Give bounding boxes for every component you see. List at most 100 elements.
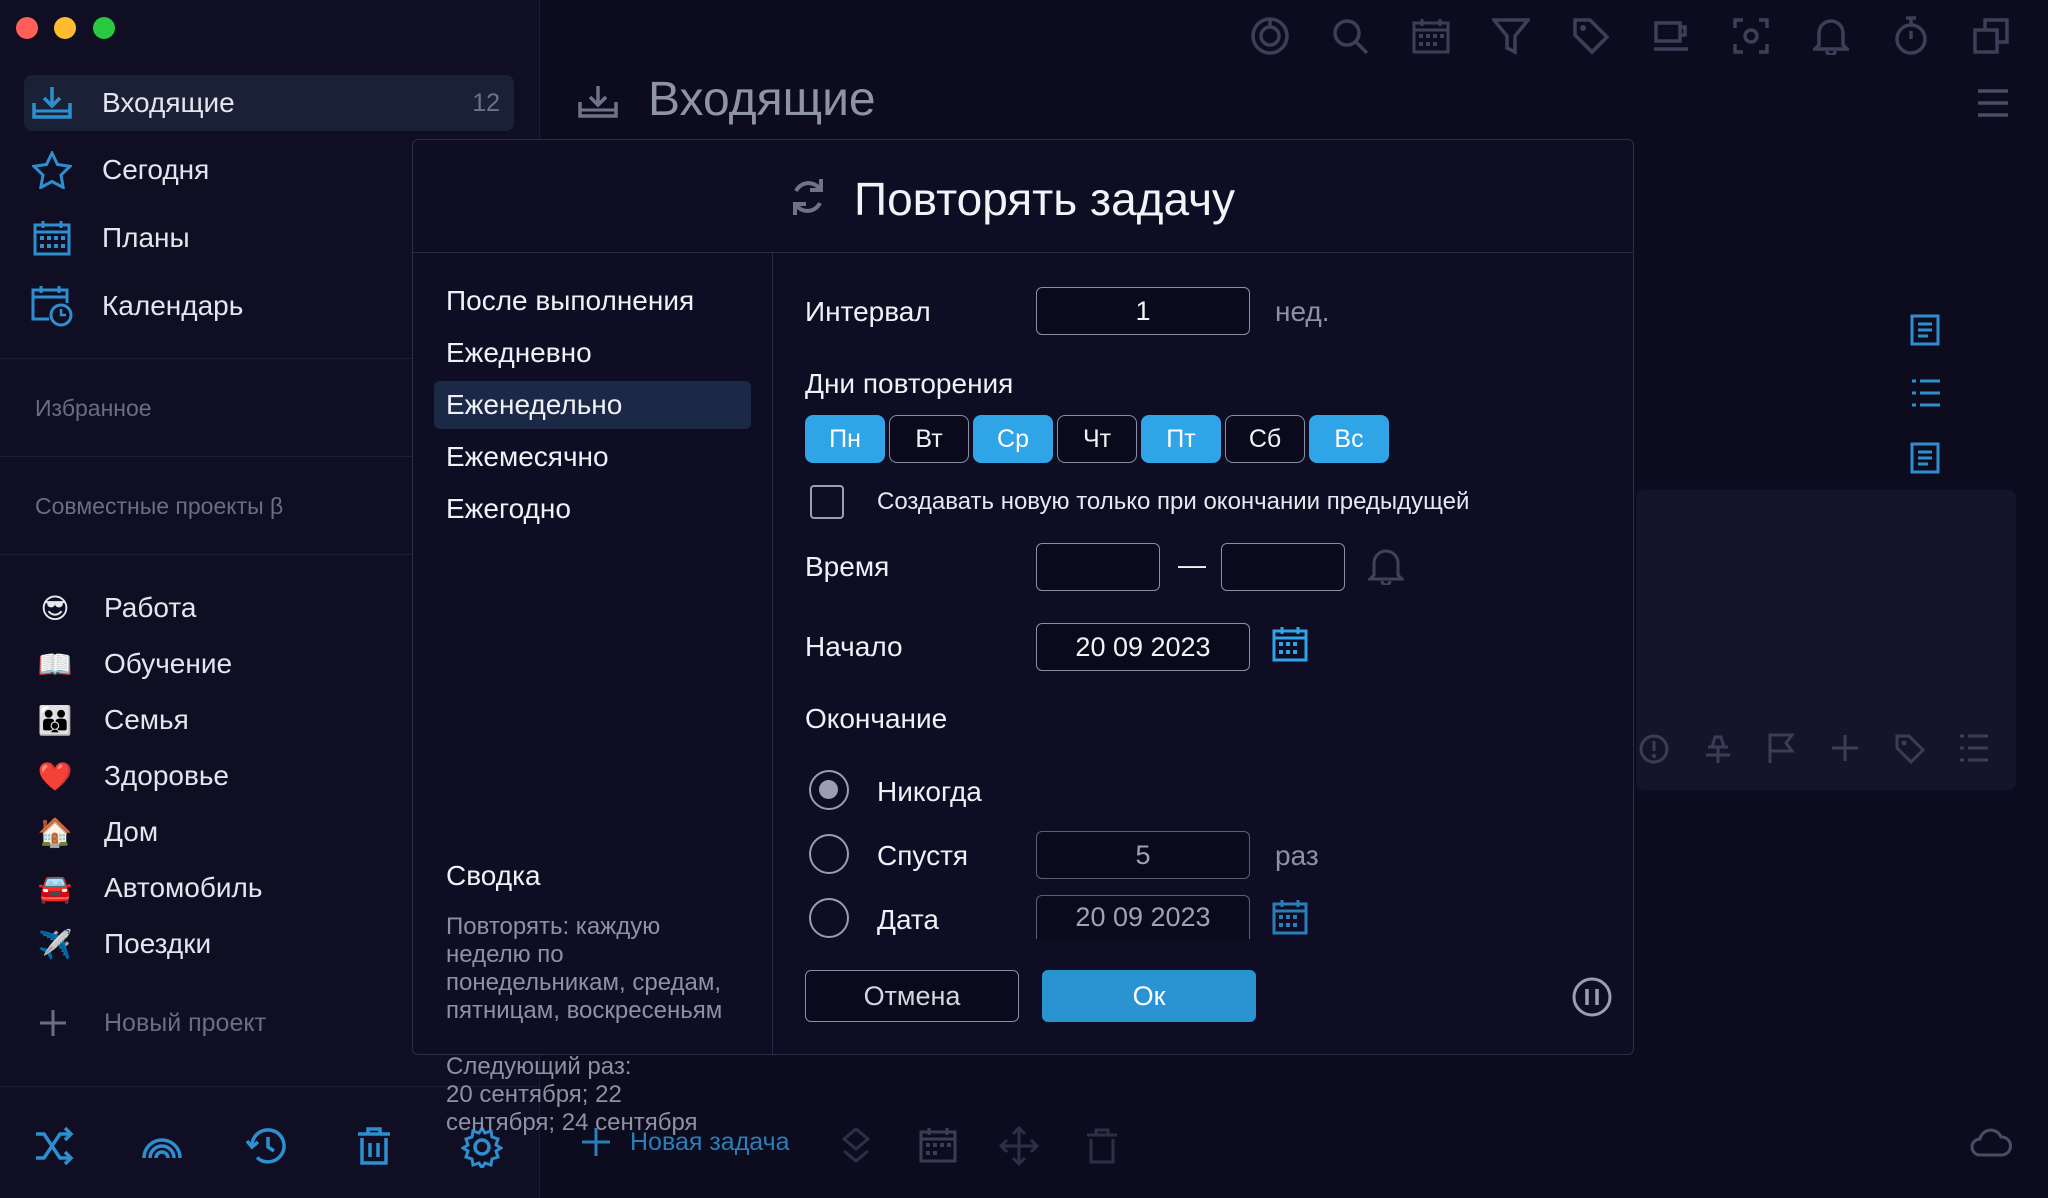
only-after-previous-checkbox[interactable] [810, 485, 844, 519]
cancel-button[interactable]: Отмена [805, 970, 1019, 1022]
project-item-work[interactable]: 😎 Работа [36, 586, 196, 630]
day-toggle-thu[interactable]: Чт [1057, 415, 1137, 463]
calendar-icon[interactable] [1409, 14, 1453, 58]
option-label: Ежегодно [446, 493, 571, 524]
tag-icon[interactable] [1569, 14, 1613, 58]
time-start-input[interactable] [1036, 543, 1160, 591]
repeat-option-monthly[interactable]: Ежемесячно [434, 433, 751, 481]
end-never-radio[interactable] [809, 770, 849, 810]
project-item-car[interactable]: 🚘 Автомобиль [36, 866, 263, 910]
project-item-learning[interactable]: 📖 Обучение [36, 642, 232, 686]
notes-icon[interactable] [1910, 442, 1940, 474]
checklist-icon[interactable] [1910, 378, 1942, 408]
project-item-trips[interactable]: ✈️ Поездки [36, 922, 212, 966]
inbox-icon [578, 86, 618, 118]
interval-input[interactable]: 1 [1036, 287, 1250, 335]
cloud-icon[interactable] [1970, 1128, 2012, 1158]
trash-icon[interactable] [1085, 1127, 1119, 1165]
trash-icon[interactable] [356, 1126, 392, 1166]
end-after-radio[interactable] [809, 834, 849, 874]
end-after-count-input[interactable]: 5 [1036, 831, 1250, 879]
option-label: Ежедневно [446, 337, 592, 368]
emoji-icon: 👪 [37, 704, 73, 736]
move-arrows-icon[interactable] [999, 1126, 1039, 1166]
coffee-cup-icon[interactable] [1649, 14, 1693, 58]
pause-icon[interactable] [1571, 976, 1613, 1018]
menu-lines-icon[interactable] [1976, 88, 2010, 118]
list-icon[interactable] [1958, 733, 1990, 763]
repeat-option-weekly[interactable]: Еженедельно [434, 381, 751, 429]
shared-projects-section-title[interactable]: Совместные проекты β [35, 493, 283, 520]
close-window-button[interactable] [16, 17, 38, 39]
stopwatch-icon[interactable] [1889, 14, 1933, 58]
summary-text: Повторять: каждую неделю по понедельника… [446, 913, 756, 1025]
interval-unit: нед. [1275, 296, 1330, 327]
minimize-window-button[interactable] [54, 17, 76, 39]
plus-icon[interactable] [1830, 733, 1860, 763]
wireless-icon[interactable] [140, 1126, 184, 1166]
day-toggle-tue[interactable]: Вт [889, 415, 969, 463]
time-end-input[interactable] [1221, 543, 1345, 591]
windows-icon[interactable] [1969, 14, 2013, 58]
option-label: После выполнения [446, 285, 695, 316]
sidebar-item-inbox[interactable]: Входящие 12 [24, 75, 514, 131]
project-item-family[interactable]: 👪 Семья [36, 698, 189, 742]
bell-icon[interactable] [1809, 14, 1853, 58]
end-after-unit: раз [1275, 840, 1319, 871]
history-icon[interactable] [246, 1126, 288, 1166]
day-toggle-mon[interactable]: Пн [805, 415, 885, 463]
end-label: Окончание [805, 703, 948, 734]
radio-selected-dot [819, 780, 838, 799]
pin-icon[interactable] [1702, 733, 1734, 765]
calendar-picker-icon[interactable] [1272, 626, 1308, 662]
notes-icon[interactable] [1910, 314, 1940, 346]
day-toggle-fri[interactable]: Пт [1141, 415, 1221, 463]
project-item-home[interactable]: 🏠 Дом [36, 810, 159, 854]
option-label: Еженедельно [446, 389, 623, 420]
end-never-label: Никогда [877, 776, 982, 807]
repeat-option-yearly[interactable]: Ежегодно [434, 485, 751, 533]
calendar-icon[interactable] [919, 1127, 957, 1163]
end-date-input[interactable]: 20 09 2023 [1036, 895, 1250, 939]
emoji-icon: 😎 [40, 592, 70, 624]
repeat-mode-list: После выполнения Ежедневно Еженедельно Е… [413, 253, 773, 1136]
project-item-health[interactable]: ❤️ Здоровье [36, 754, 229, 798]
page-title: Входящие [648, 73, 876, 126]
dialog-title: Повторять задачу [854, 173, 1236, 225]
repeat-option-daily[interactable]: Ежедневно [434, 329, 751, 377]
flag-icon[interactable] [1766, 733, 1796, 765]
repeat-option-after-completion[interactable]: После выполнения [434, 277, 751, 325]
calendar-clock-icon [24, 285, 80, 327]
project-label: Семья [104, 704, 189, 735]
day-toggle-sat[interactable]: Сб [1225, 415, 1305, 463]
ok-button[interactable]: Ок [1042, 970, 1256, 1022]
priority-icon[interactable] [1638, 733, 1670, 765]
bell-icon[interactable] [1368, 547, 1404, 585]
day-toggle-wed[interactable]: Ср [973, 415, 1053, 463]
maximize-window-button[interactable] [93, 17, 115, 39]
next-occurrence-text: Следующий раз: 20 сентября; 22 сентября;… [446, 1053, 756, 1137]
summary-line: пятницам, воскресеньям [446, 997, 723, 1024]
start-date-input[interactable]: 20 09 2023 [1036, 623, 1250, 671]
filter-icon[interactable] [1489, 14, 1533, 58]
calendar-picker-icon[interactable] [1272, 899, 1308, 935]
search-icon[interactable] [1328, 14, 1372, 58]
day-toggle-sun[interactable]: Вс [1309, 415, 1389, 463]
focus-icon[interactable] [1248, 14, 1292, 58]
tag-icon[interactable] [1894, 733, 1926, 765]
shuffle-icon[interactable] [34, 1126, 76, 1166]
inbox-icon [24, 85, 80, 121]
summary-line: понедельникам, средам, [446, 969, 722, 996]
project-label: Здоровье [104, 760, 230, 791]
end-date-radio[interactable] [809, 898, 849, 938]
screenshot-icon[interactable] [1729, 14, 1773, 58]
next-line: Следующий раз: [446, 1053, 632, 1080]
new-project-button[interactable]: Новый проект [38, 1008, 266, 1038]
sidebar-item-label: Входящие [102, 87, 235, 118]
move-updown-icon[interactable] [842, 1127, 870, 1163]
project-label: Поездки [104, 928, 212, 959]
only-after-previous-label: Создавать новую только при окончании пре… [877, 488, 1470, 515]
emoji-icon: ❤️ [37, 760, 73, 792]
end-date-label: Дата [877, 904, 940, 935]
sidebar-item-label: Календарь [102, 290, 244, 321]
